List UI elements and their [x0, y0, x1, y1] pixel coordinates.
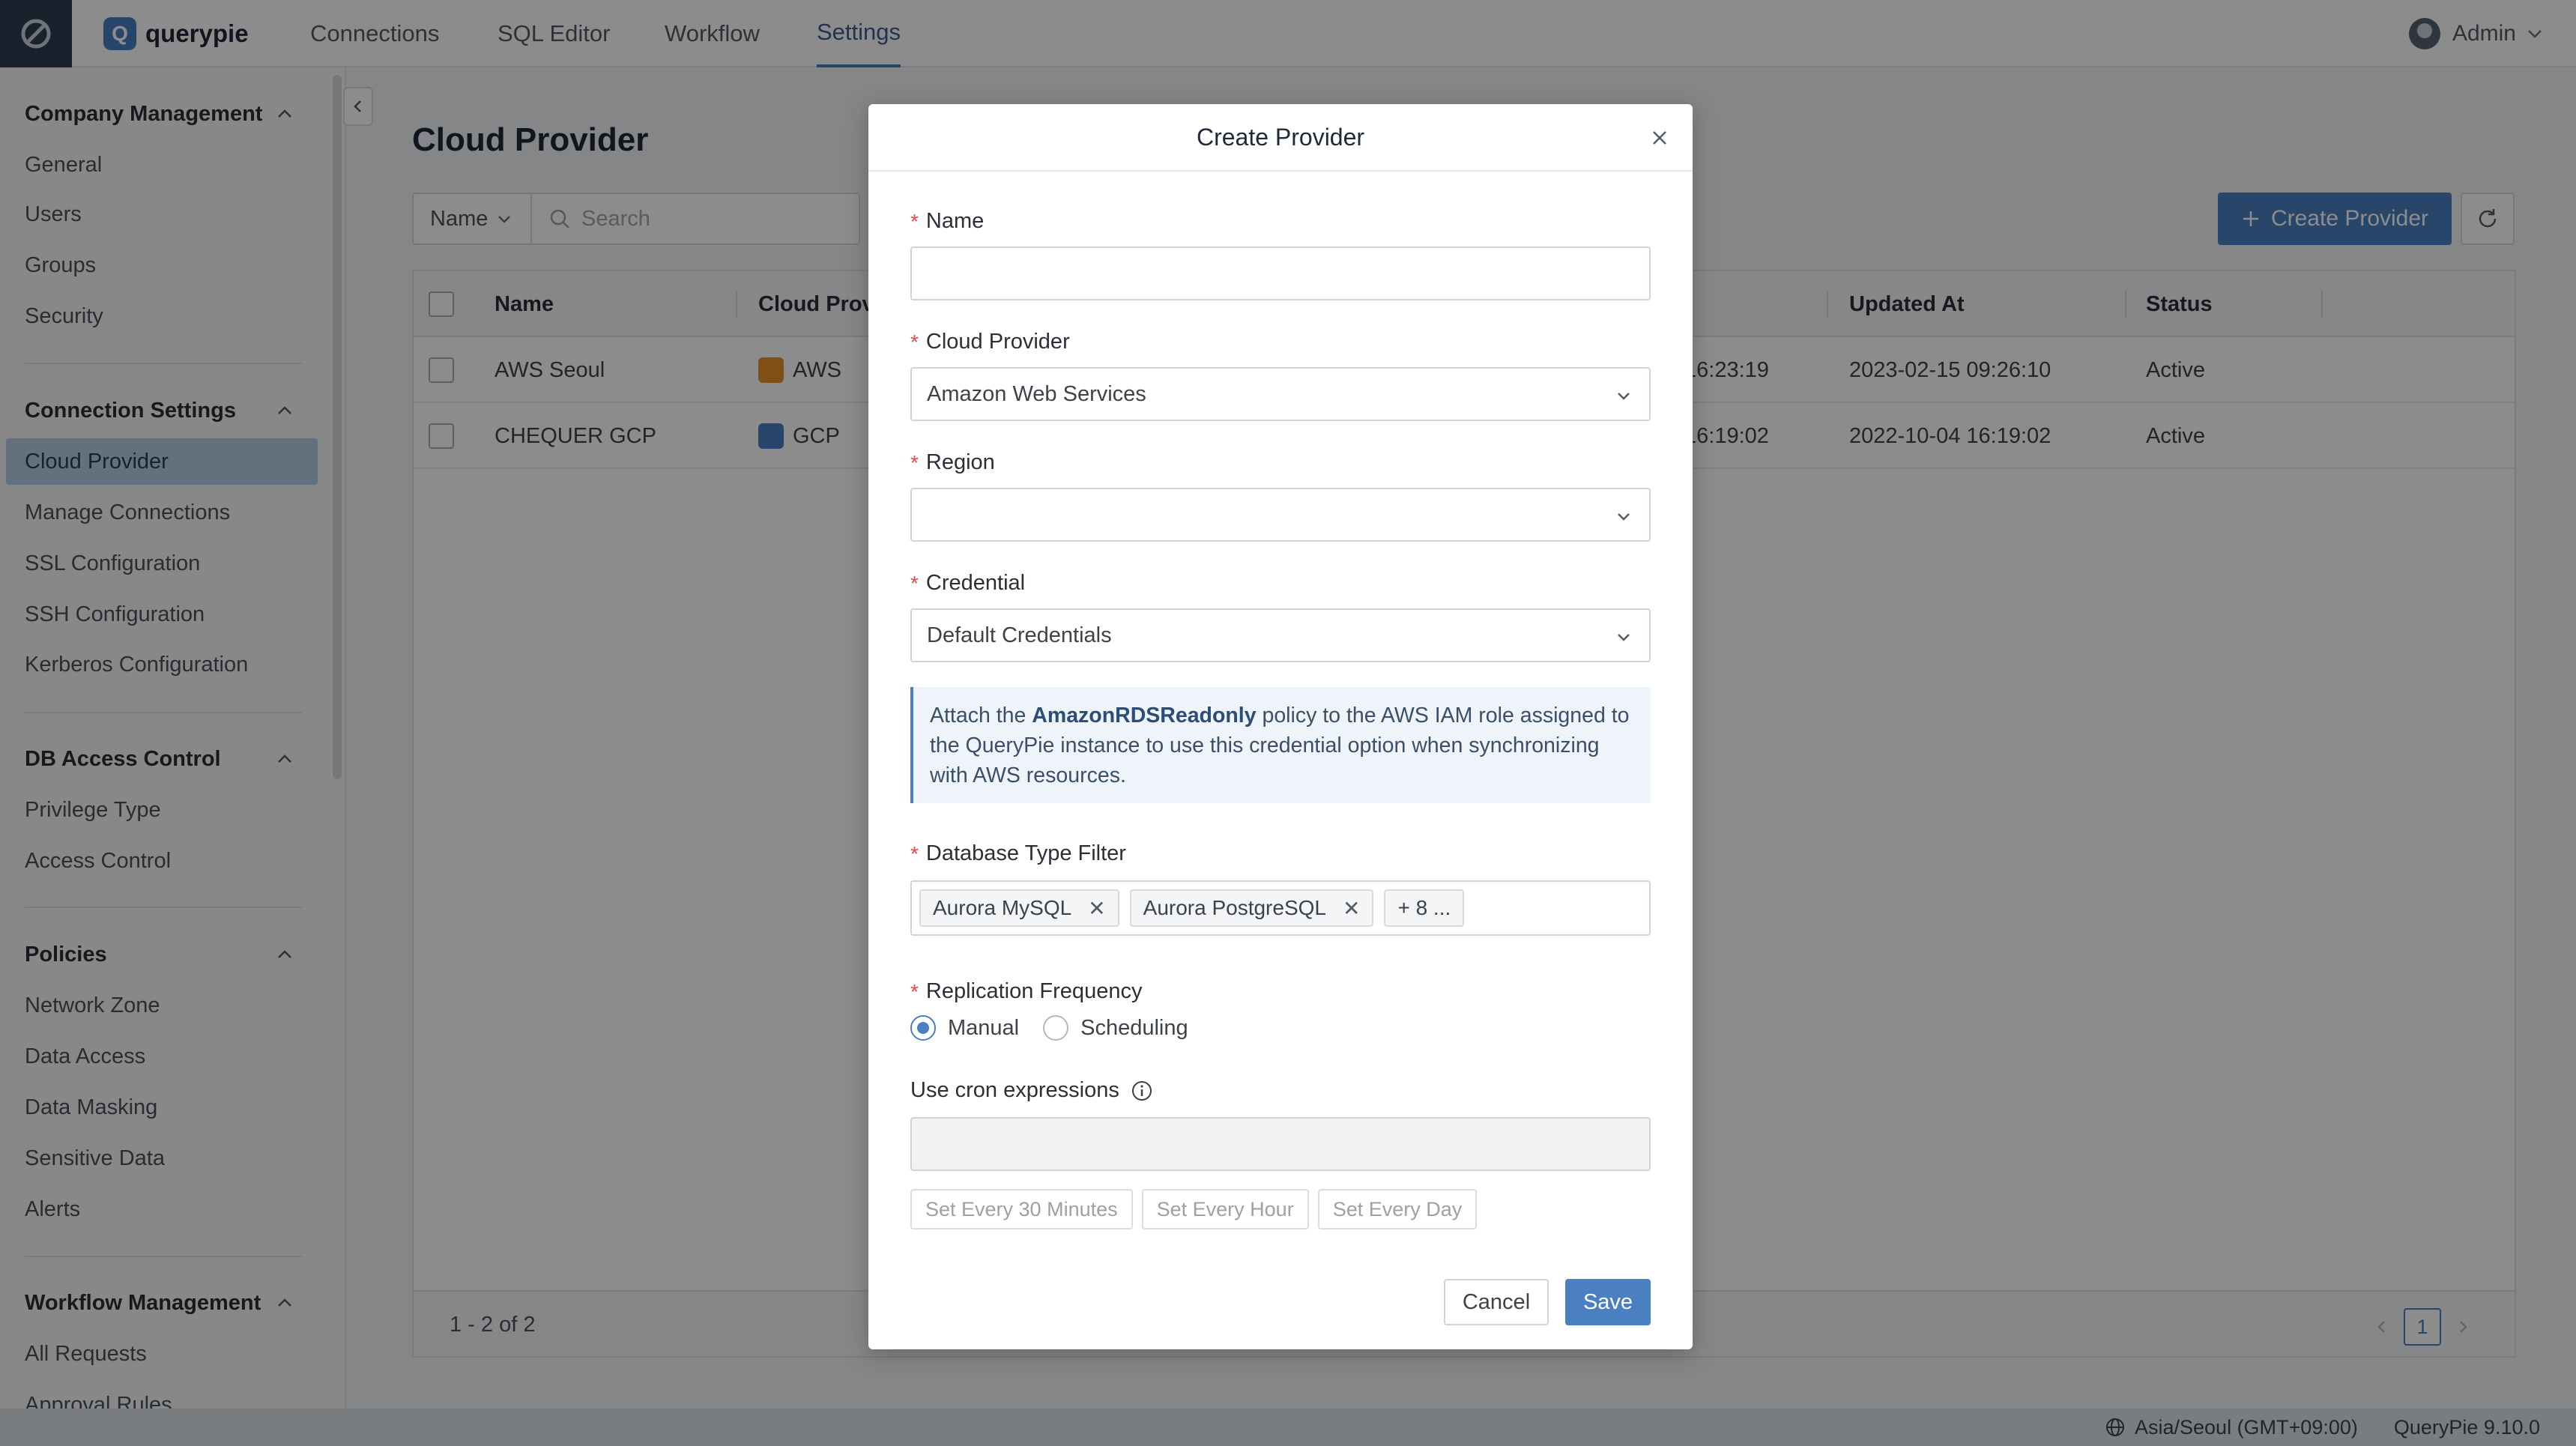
- tag-label: Aurora PostgreSQL: [1143, 896, 1326, 919]
- credential-label: * Credential: [910, 571, 1025, 596]
- required-marker: *: [910, 979, 919, 1003]
- chevron-down-icon: [1618, 393, 1630, 400]
- credential-value: Default Credentials: [927, 623, 1112, 647]
- name-label-text: Name: [925, 209, 985, 233]
- required-marker: *: [910, 571, 919, 595]
- radio-scheduling[interactable]: Scheduling: [1043, 1015, 1188, 1041]
- radio-unchecked-icon: [1043, 1015, 1069, 1041]
- tag-aurora-mysql: Aurora MySQL ✕: [919, 889, 1119, 927]
- close-icon: [1653, 131, 1666, 145]
- cloud-provider-label-text: Cloud Provider: [925, 330, 1070, 354]
- cloud-provider-label: * Cloud Provider: [910, 330, 1070, 354]
- cron-label: Use cron expressions: [910, 1078, 1154, 1103]
- policy-name: AmazonRDSReadonly: [1032, 704, 1257, 727]
- save-button[interactable]: Save: [1565, 1279, 1651, 1325]
- credential-label-text: Credential: [925, 571, 1026, 595]
- info-text: Attach the: [930, 704, 1032, 727]
- radio-manual[interactable]: Manual: [910, 1015, 1019, 1041]
- cloud-provider-select[interactable]: Amazon Web Services: [910, 367, 1651, 421]
- create-provider-dialog: Create Provider * Name * Cloud Provider …: [868, 104, 1693, 1349]
- region-label: * Region: [910, 450, 995, 475]
- set-every-day-button[interactable]: Set Every Day: [1317, 1189, 1478, 1229]
- dialog-header: Create Provider: [868, 104, 1693, 172]
- info-icon[interactable]: [1130, 1079, 1154, 1103]
- remove-tag-icon[interactable]: ✕: [1343, 896, 1360, 921]
- database-type-filter-label-text: Database Type Filter: [925, 841, 1126, 865]
- cron-expression-field: [910, 1117, 1651, 1171]
- required-marker: *: [910, 209, 919, 233]
- cancel-button[interactable]: Cancel: [1444, 1279, 1549, 1325]
- dialog-title: Create Provider: [1196, 123, 1365, 151]
- name-label: * Name: [910, 209, 984, 234]
- database-type-filter-label: * Database Type Filter: [910, 841, 1126, 866]
- radio-label: Manual: [948, 1015, 1020, 1040]
- region-label-text: Region: [925, 450, 995, 474]
- cron-presets: Set Every 30 Minutes Set Every Hour Set …: [910, 1189, 1478, 1229]
- more-tags-badge[interactable]: + 8 ...: [1384, 889, 1465, 927]
- tag-aurora-postgresql: Aurora PostgreSQL ✕: [1129, 889, 1374, 927]
- credential-select[interactable]: Default Credentials: [910, 608, 1651, 662]
- radio-checked-icon: [910, 1015, 936, 1041]
- required-marker: *: [910, 841, 919, 865]
- set-every-30-minutes-button[interactable]: Set Every 30 Minutes: [910, 1189, 1133, 1229]
- radio-label: Scheduling: [1080, 1015, 1188, 1040]
- region-select[interactable]: [910, 488, 1651, 542]
- remove-tag-icon[interactable]: ✕: [1088, 896, 1105, 921]
- database-type-filter-select[interactable]: Aurora MySQL ✕ Aurora PostgreSQL ✕ + 8 .…: [910, 880, 1651, 936]
- name-field[interactable]: [910, 246, 1651, 300]
- cron-label-text: Use cron expressions: [910, 1078, 1119, 1102]
- replication-frequency-label-text: Replication Frequency: [925, 979, 1143, 1003]
- cloud-provider-value: Amazon Web Services: [927, 381, 1146, 406]
- set-every-hour-button[interactable]: Set Every Hour: [1141, 1189, 1309, 1229]
- required-marker: *: [910, 450, 919, 474]
- replication-frequency-radio-group: Manual Scheduling: [910, 1015, 1188, 1041]
- close-button[interactable]: [1646, 124, 1673, 151]
- replication-frequency-label: * Replication Frequency: [910, 979, 1142, 1004]
- chevron-down-icon: [1618, 513, 1630, 521]
- credential-info-message: Attach the AmazonRDSReadonly policy to t…: [910, 687, 1651, 803]
- chevron-down-icon: [1618, 634, 1630, 641]
- tag-label: Aurora MySQL: [933, 896, 1072, 919]
- required-marker: *: [910, 330, 919, 354]
